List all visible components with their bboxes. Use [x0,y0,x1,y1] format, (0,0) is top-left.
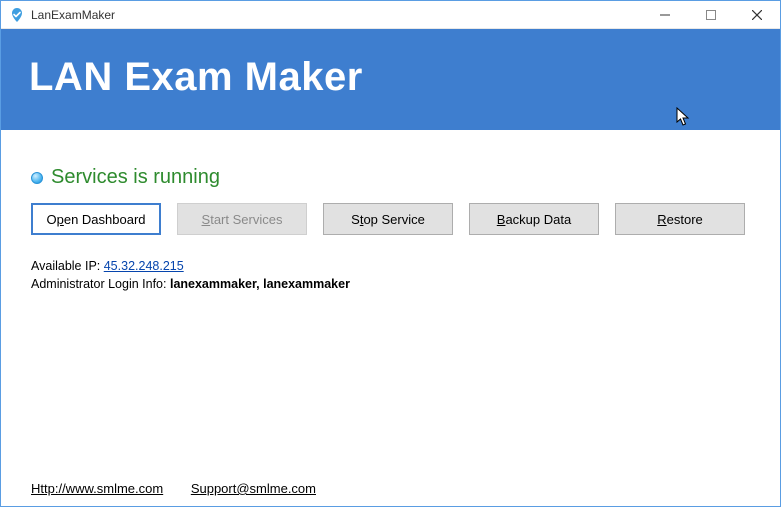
service-status: Services is running [31,166,750,189]
btn-text-post: estore [667,212,703,227]
app-title: LAN Exam Maker [29,55,752,100]
action-button-row: Open Dashboard Start Services Stop Servi… [31,203,750,235]
btn-text-u: R [657,212,666,227]
btn-text-u: B [497,212,506,227]
maximize-button[interactable] [688,1,734,29]
titlebar: LanExamMaker [1,1,780,29]
status-text: Services is running [51,166,220,189]
close-button[interactable] [734,1,780,29]
open-dashboard-button[interactable]: Open Dashboard [31,203,161,235]
available-ip-line: Available IP: 45.32.248.215 [31,259,750,273]
stop-service-button[interactable]: Stop Service [323,203,453,235]
app-icon [9,7,25,23]
btn-text-pre: S [351,212,360,227]
restore-button[interactable]: Restore [615,203,745,235]
admin-login-line: Administrator Login Info: lanexammaker, … [31,277,750,291]
content-area: Services is running Open Dashboard Start… [1,130,780,506]
admin-login-label: Administrator Login Info: [31,277,170,291]
available-ip-label: Available IP: [31,259,104,273]
btn-text-post: tart Services [210,212,282,227]
btn-text-pre: O [46,212,56,227]
btn-text-post: op Service [363,212,424,227]
minimize-button[interactable] [642,1,688,29]
window-title: LanExamMaker [31,8,115,22]
btn-text-u: S [202,212,211,227]
admin-login-value: lanexammaker, lanexammaker [170,277,350,291]
backup-data-button[interactable]: Backup Data [469,203,599,235]
start-services-button: Start Services [177,203,307,235]
btn-text-post: ackup Data [505,212,571,227]
available-ip-link[interactable]: 45.32.248.215 [104,259,184,273]
homepage-link[interactable]: Http://www.smlme.com [31,481,163,496]
status-indicator-icon [31,172,43,184]
hero-banner: LAN Exam Maker [1,29,780,130]
support-link[interactable]: Support@smlme.com [191,481,316,496]
cursor-icon [676,107,690,127]
btn-text-u: p [57,212,64,227]
btn-text-post: en Dashboard [64,212,146,227]
footer-links: Http://www.smlme.com Support@smlme.com [31,481,340,496]
